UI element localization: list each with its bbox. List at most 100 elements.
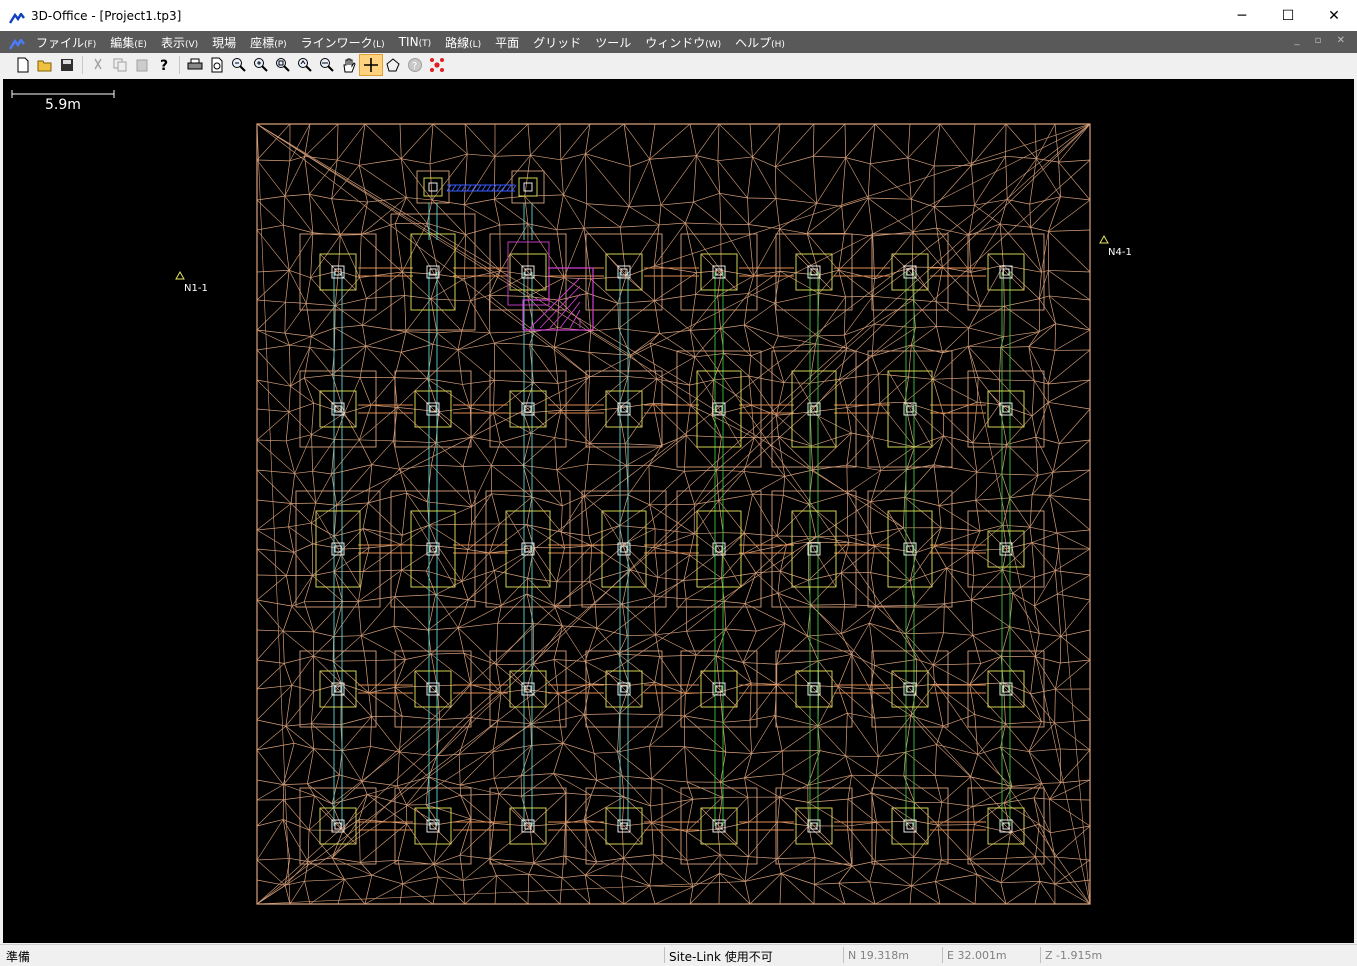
tin-edge	[871, 497, 905, 501]
menu-grid[interactable]: グリッド	[526, 34, 588, 51]
mdi-window-buttons[interactable]: _ ▫ ✕	[1294, 35, 1351, 46]
tin-edge	[659, 205, 661, 225]
tin-edge	[1055, 660, 1090, 689]
tin-edge	[661, 156, 696, 205]
copy-icon[interactable]	[109, 55, 131, 75]
tin-edge	[295, 473, 316, 503]
menu-edit[interactable]: 編集(E)	[103, 34, 154, 51]
tin-edge	[846, 756, 876, 776]
drawing-canvas[interactable]: 5.9m N1-1 N4-1	[3, 79, 1354, 943]
save-icon[interactable]	[56, 55, 78, 75]
menu-route[interactable]: 路線(L)	[438, 34, 488, 51]
tin-edge	[871, 573, 876, 606]
menu-site[interactable]: 現場	[205, 34, 243, 51]
print-icon[interactable]	[184, 55, 206, 75]
menu-file[interactable]: ファイル(F)	[29, 34, 103, 51]
tin-edge	[970, 683, 1004, 685]
help-query-icon[interactable]: ?	[153, 55, 175, 75]
pan-hand-icon[interactable]	[338, 55, 360, 75]
tin-edge	[311, 278, 336, 306]
menu-plan[interactable]: 平面	[488, 34, 526, 51]
zoom-all-icon[interactable]	[316, 55, 338, 75]
tin-edge	[305, 124, 338, 156]
tin-edge	[618, 654, 654, 682]
tin-edge	[847, 826, 875, 861]
tin-edge	[462, 301, 471, 331]
zoom-window-icon[interactable]	[272, 55, 294, 75]
tin-edge	[971, 576, 974, 601]
tin-edge	[332, 858, 360, 863]
tin-edge	[431, 653, 464, 654]
zoom-out-icon[interactable]	[228, 55, 250, 75]
menu-help[interactable]: ヘルプ(H)	[728, 34, 792, 51]
tin-edge	[344, 879, 365, 904]
tin-edge	[527, 525, 565, 548]
tin-edge	[1000, 224, 1041, 272]
tin-edge	[810, 408, 847, 413]
tin-edge	[776, 383, 784, 416]
cut-icon[interactable]	[87, 55, 109, 75]
maximize-button[interactable]: ☐	[1265, 0, 1311, 31]
polygon-icon[interactable]	[382, 55, 404, 75]
menu-coordinates[interactable]: 座標(P)	[243, 34, 293, 51]
tin-edge	[257, 225, 283, 230]
crosshair-icon[interactable]	[360, 55, 382, 75]
menu-linework[interactable]: ラインワーク(L)	[294, 34, 392, 51]
tin-edge	[818, 335, 845, 336]
menu-view[interactable]: 表示(V)	[154, 34, 205, 51]
tin-edge	[852, 866, 870, 882]
tin-edge	[531, 743, 563, 745]
tin-edge	[912, 882, 936, 886]
tin-edge	[748, 822, 777, 857]
tin-edge	[1006, 722, 1042, 724]
cad-drawing[interactable]	[3, 79, 1354, 943]
tin-edge	[365, 124, 401, 159]
new-file-icon[interactable]	[12, 55, 34, 75]
print-preview-icon[interactable]	[206, 55, 228, 75]
zoom-previous-icon[interactable]	[294, 55, 316, 75]
tin-edge	[257, 600, 283, 631]
tin-edge	[459, 754, 460, 785]
tin-edge	[257, 440, 286, 441]
tin-edge	[977, 875, 1001, 883]
tin-edge	[869, 623, 916, 659]
menu-window[interactable]: ウィンドウ(W)	[638, 34, 728, 51]
tin-edge	[257, 743, 294, 750]
tin-edge	[333, 636, 361, 661]
paste-icon[interactable]	[131, 55, 153, 75]
tin-edge	[743, 544, 786, 553]
tin-edge	[286, 441, 295, 474]
tin-edge	[292, 685, 314, 691]
tin-edge	[743, 533, 744, 553]
tin-edge	[726, 752, 752, 753]
survey-point-marker[interactable]	[175, 271, 185, 280]
tin-edge	[722, 555, 723, 578]
tin-edge	[340, 235, 361, 236]
tin-edge	[749, 199, 776, 225]
tin-edge	[554, 582, 589, 606]
tin-edge	[286, 726, 314, 749]
close-button[interactable]: ✕	[1311, 0, 1357, 31]
tin-edge	[944, 604, 945, 633]
zoom-in-icon[interactable]	[250, 55, 272, 75]
minimize-button[interactable]: ─	[1219, 0, 1265, 31]
menu-tin[interactable]: TIN(T)	[392, 35, 438, 49]
tin-edge	[289, 337, 311, 346]
snap-icon[interactable]	[426, 55, 448, 75]
tin-edge	[875, 546, 911, 581]
menu-tools[interactable]: ツール	[588, 34, 638, 51]
tin-edge	[585, 154, 629, 207]
tin-edge	[718, 157, 753, 161]
info-icon[interactable]: ?	[404, 55, 426, 75]
tin-edge	[1034, 798, 1050, 799]
tin-edge	[655, 548, 658, 578]
tin-edge	[1002, 474, 1038, 475]
tin-edge	[394, 626, 431, 654]
tin-edge	[745, 778, 748, 797]
tin-edge	[393, 441, 399, 469]
survey-point-marker[interactable]	[1099, 235, 1109, 244]
document-logo-icon	[9, 36, 25, 48]
tin-edge	[775, 124, 780, 167]
tin-edge	[911, 199, 913, 232]
open-folder-icon[interactable]	[34, 55, 56, 75]
